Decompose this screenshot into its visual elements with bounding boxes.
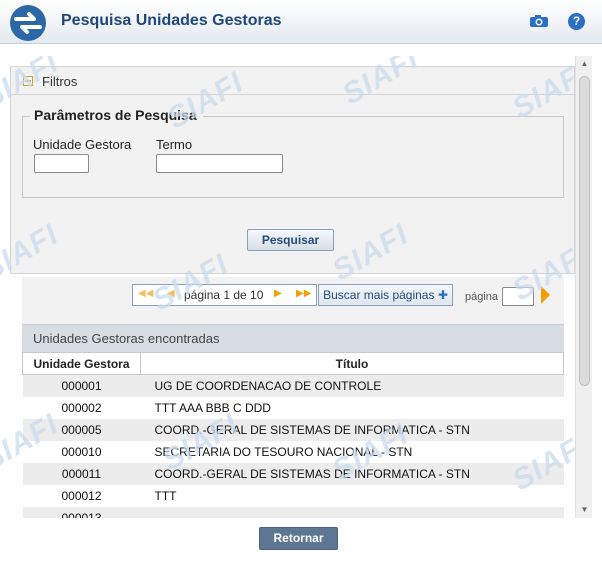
cell-title: TTT AAA BBB C DDD <box>140 396 564 419</box>
more-pages-label: Buscar mais páginas <box>323 288 435 302</box>
page-indicator: página 1 de 10 <box>184 288 264 302</box>
page-label: página <box>465 291 499 303</box>
siafi-logo <box>10 5 46 41</box>
cell-code: 000002 <box>22 396 141 419</box>
scrollbar-thumb[interactable] <box>579 76 590 386</box>
cell-title <box>140 506 564 518</box>
first-page-icon[interactable]: ◀◀ <box>138 288 153 299</box>
page-number-input[interactable] <box>502 287 534 306</box>
unidade-gestora-label: Unidade Gestora <box>33 137 132 152</box>
table-row[interactable]: 000011 COORD.-GERAL DE SISTEMAS DE INFOR… <box>22 462 564 485</box>
results-table: Unidade Gestora Título 000001 UG DE COOR… <box>22 352 564 518</box>
search-parameters: Parâmetros de Pesquisa Unidade Gestora T… <box>22 107 564 198</box>
help-icon[interactable]: ? <box>568 13 585 30</box>
search-button[interactable]: Pesquisar <box>247 229 334 251</box>
scroll-down-icon[interactable]: ▼ <box>576 502 593 518</box>
go-arrow-icon[interactable] <box>541 286 550 304</box>
plus-icon: ✚ <box>437 288 448 302</box>
cell-title: COORD.-GERAL DE SISTEMAS DE INFORMATICA … <box>140 462 564 485</box>
results-header: Unidades Gestoras encontradas <box>22 324 564 352</box>
results-title: Unidades Gestoras encontradas <box>33 331 220 346</box>
table-row[interactable]: 000013 <box>22 506 564 518</box>
termo-label: Termo <box>156 137 193 152</box>
cell-code: 000013 <box>22 506 141 518</box>
cell-code: 000010 <box>22 440 141 463</box>
termo-input[interactable] <box>156 154 283 173</box>
cell-title: COORD.-GERAL DE SISTEMAS DE INFORMATICA … <box>140 418 564 441</box>
scroll-up-icon[interactable]: ▲ <box>576 56 593 72</box>
filters-label: Filtros <box>42 74 78 89</box>
table-row[interactable]: 000001 UG DE COORDENACAO DE CONTROLE <box>22 374 564 397</box>
unidade-gestora-input[interactable] <box>34 154 89 173</box>
table-row[interactable]: 000005 COORD.-GERAL DE SISTEMAS DE INFOR… <box>22 418 564 441</box>
results-panel: ◀◀ ◀ página 1 de 10 ▶ ▶▶ Buscar mais pág… <box>22 277 564 518</box>
vertical-scrollbar[interactable]: ▲ ▼ <box>575 56 592 518</box>
more-pages-button[interactable]: Buscar mais páginas ✚ <box>318 284 453 306</box>
table-header-row: Unidade Gestora Título <box>22 352 564 375</box>
column-header-titulo[interactable]: Título <box>140 352 564 375</box>
cell-title: TTT <box>140 484 564 507</box>
filters-header[interactable]: Filtros <box>11 67 574 95</box>
app-header: Pesquisa Unidades Gestoras ? <box>0 0 602 44</box>
next-page-icon[interactable]: ▶ <box>274 288 282 299</box>
prev-page-icon[interactable]: ◀ <box>167 288 175 299</box>
content-area: Filtros Parâmetros de Pesquisa Unidade G… <box>0 56 592 518</box>
fieldset-legend: Parâmetros de Pesquisa <box>30 107 203 123</box>
table-row[interactable]: 000002 TTT AAA BBB C DDD <box>22 396 564 419</box>
column-header-unidade-gestora[interactable]: Unidade Gestora <box>22 352 141 375</box>
cell-code: 000012 <box>22 484 141 507</box>
table-row[interactable]: 000012 TTT <box>22 484 564 507</box>
pagination-bar: ◀◀ ◀ página 1 de 10 ▶ ▶▶ <box>132 284 317 306</box>
last-page-icon[interactable]: ▶▶ <box>296 288 311 299</box>
return-button[interactable]: Retornar <box>259 527 338 550</box>
cell-title: SECRETARIA DO TESOURO NACIONAL - STN <box>140 440 564 463</box>
cell-title: UG DE COORDENACAO DE CONTROLE <box>140 374 564 397</box>
cell-code: 000011 <box>22 462 141 485</box>
cell-code: 000001 <box>22 374 141 397</box>
collapse-icon[interactable] <box>23 76 33 86</box>
table-row[interactable]: 000010 SECRETARIA DO TESOURO NACIONAL - … <box>22 440 564 463</box>
page-title: Pesquisa Unidades Gestoras <box>61 12 282 29</box>
cell-code: 000005 <box>22 418 141 441</box>
camera-icon[interactable] <box>529 14 549 28</box>
